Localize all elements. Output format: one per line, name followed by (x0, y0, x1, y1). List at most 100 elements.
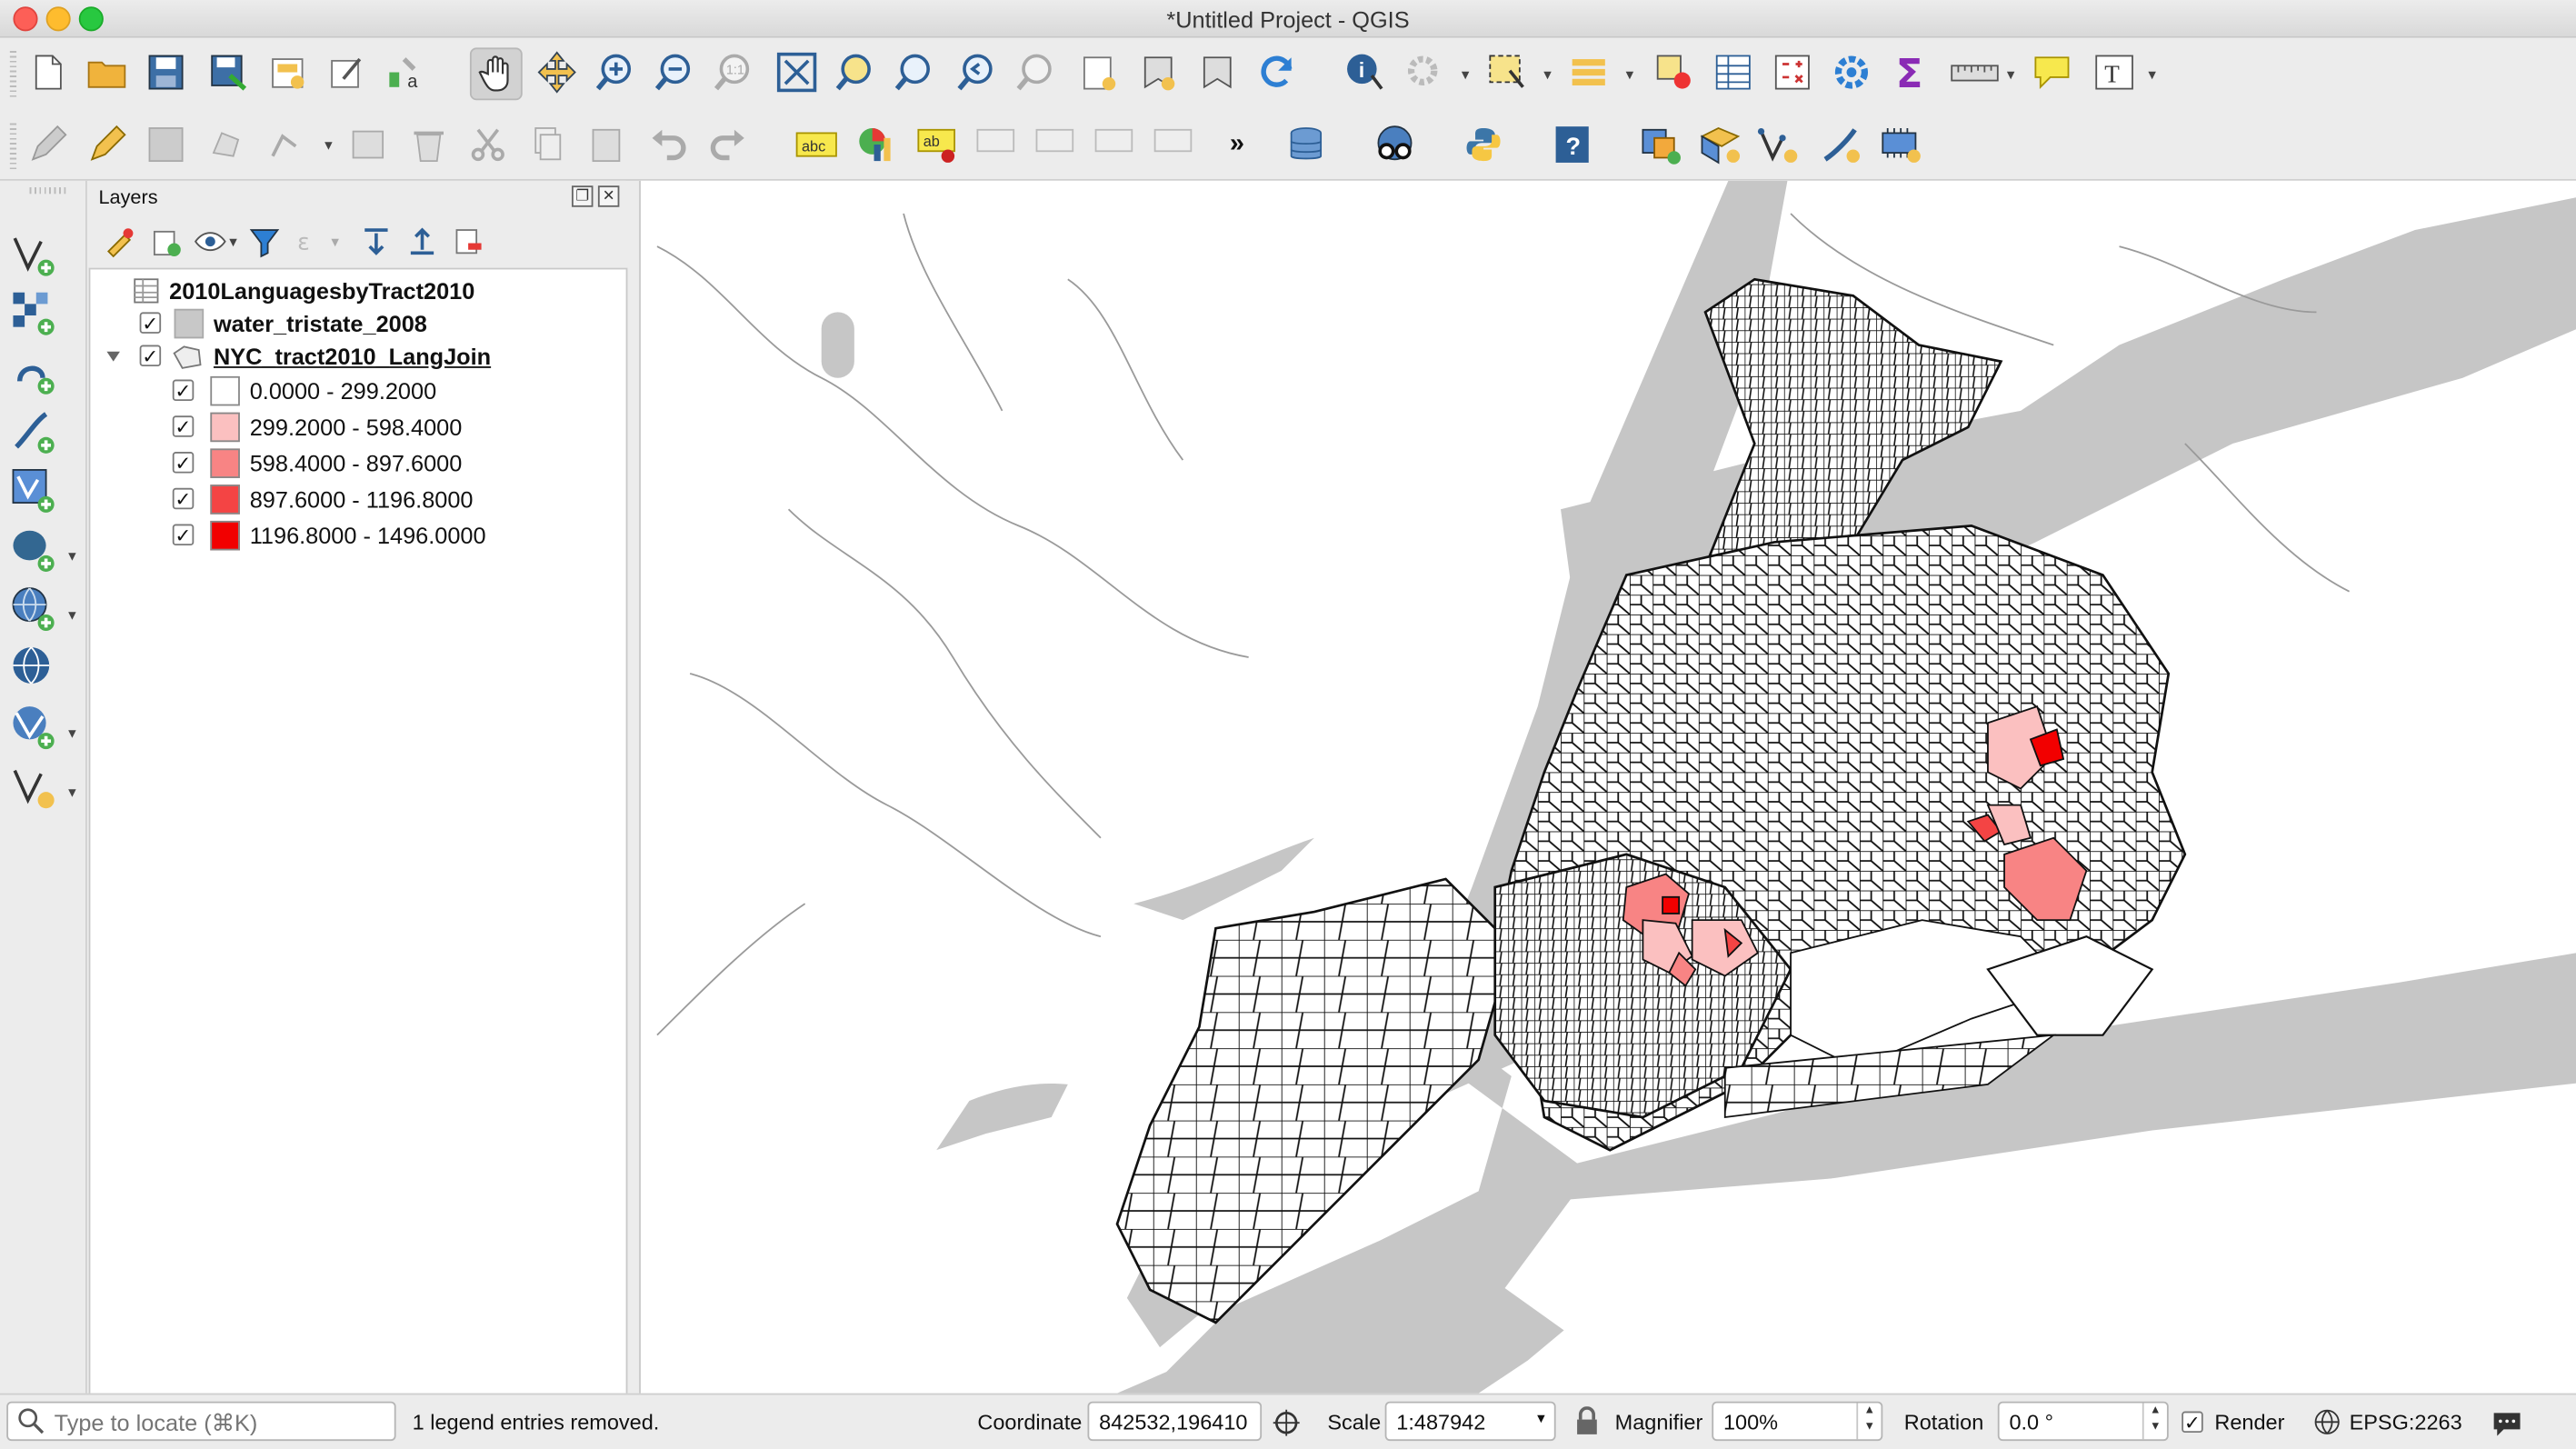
locator-input[interactable] (51, 1406, 386, 1440)
paste-features-icon[interactable] (582, 120, 631, 169)
add-wfs-layer-icon[interactable] (10, 645, 59, 694)
processing-toolbox-icon[interactable] (1827, 47, 1876, 96)
redo-icon[interactable] (704, 120, 753, 169)
topology-checker-icon[interactable] (1695, 120, 1744, 169)
rotate-label-icon[interactable] (1150, 120, 1199, 169)
save-project-icon[interactable] (141, 47, 190, 96)
text-annotation-icon[interactable]: T (2090, 47, 2139, 96)
chevron-down-icon[interactable]: ▼ (2145, 67, 2158, 82)
move-label-icon[interactable] (1091, 120, 1140, 169)
expand-arrow-icon[interactable] (106, 350, 120, 361)
add-group-icon[interactable] (148, 224, 185, 260)
cut-features-icon[interactable] (464, 120, 513, 169)
select-features-icon[interactable] (1482, 47, 1531, 96)
layer-visibility-checkbox[interactable]: ✓ (139, 345, 162, 367)
modify-attributes-icon[interactable] (345, 120, 394, 169)
python-console-icon[interactable] (1459, 120, 1508, 169)
legend-class-item[interactable]: ✓ 897.6000 - 1196.8000 (172, 482, 474, 516)
undo-icon[interactable] (644, 120, 694, 169)
pin-labels-icon[interactable]: ab (914, 120, 963, 169)
add-postgis-layer-icon[interactable] (10, 525, 59, 575)
copy-features-icon[interactable] (523, 120, 572, 169)
zoom-to-layer-icon[interactable] (891, 47, 940, 96)
toggle-extents-icon[interactable] (1272, 1408, 1302, 1443)
run-action-icon[interactable] (1400, 47, 1449, 96)
chevron-down-icon[interactable]: ▼ (1459, 67, 1472, 82)
add-mesh-layer-icon[interactable] (10, 348, 59, 397)
new-print-layout-icon[interactable] (263, 47, 312, 96)
map-tips-icon[interactable] (2027, 47, 2076, 96)
lock-icon[interactable] (1573, 1406, 1600, 1441)
show-hide-labels-icon[interactable] (1032, 120, 1081, 169)
pan-to-selection-icon[interactable] (533, 47, 582, 96)
zoom-to-selection-icon[interactable] (832, 47, 881, 96)
render-checkbox[interactable]: ✓ (2182, 1411, 2203, 1434)
new-bookmark-icon[interactable] (1133, 47, 1183, 96)
spin-arrows-icon[interactable]: ▲ ▼ (1856, 1403, 1881, 1440)
vertex-editor-icon[interactable] (1754, 120, 1803, 169)
show-bookmarks-icon[interactable] (1193, 47, 1242, 96)
add-wms-layer-icon[interactable] (10, 585, 59, 634)
class-visibility-checkbox[interactable]: ✓ (172, 487, 195, 510)
expand-all-icon[interactable] (358, 224, 394, 260)
chevron-down-icon[interactable]: ▼ (1623, 67, 1636, 82)
legend-class-item[interactable]: ✓ 1196.8000 - 1496.0000 (172, 517, 486, 552)
manage-visibility-icon[interactable] (194, 224, 230, 260)
metasearch-icon[interactable] (1370, 120, 1419, 169)
highlight-pinned-labels-icon[interactable] (973, 120, 1022, 169)
deselect-all-icon[interactable] (1650, 47, 1699, 96)
collapse-all-icon[interactable] (404, 224, 441, 260)
globe-crs-icon[interactable] (2313, 1408, 2341, 1441)
chevron-down-icon[interactable]: ▼ (2004, 67, 2017, 82)
diagram-options-icon[interactable] (851, 120, 900, 169)
attribute-table-icon[interactable] (1709, 47, 1758, 96)
class-visibility-checkbox[interactable]: ✓ (172, 524, 195, 546)
class-visibility-checkbox[interactable]: ✓ (172, 452, 195, 474)
remove-layer-icon[interactable] (450, 224, 486, 260)
db-manager-icon[interactable] (1282, 120, 1331, 169)
float-panel-icon[interactable]: ❐ (571, 185, 594, 207)
add-spatialite-layer-icon[interactable] (10, 466, 59, 515)
open-project-icon[interactable] (82, 47, 131, 96)
chevron-down-icon[interactable]: ▼ (65, 785, 78, 800)
current-edits-icon[interactable] (23, 120, 72, 169)
zoom-in-icon[interactable] (592, 47, 641, 96)
layer-item[interactable]: ✓ water_tristate_2008 (139, 305, 427, 340)
statistical-summary-icon[interactable]: Σ (1886, 47, 1935, 96)
layout-manager-icon[interactable] (322, 47, 371, 96)
style-manager-icon[interactable]: a (381, 47, 430, 96)
add-virtual-layer-icon[interactable] (10, 704, 59, 753)
delete-selected-icon[interactable] (404, 120, 454, 169)
chevron-down-icon[interactable]: ▼ (322, 138, 334, 153)
geometry-checker-icon[interactable] (1636, 120, 1685, 169)
add-vector-layer-icon[interactable] (10, 230, 59, 279)
layer-visibility-checkbox[interactable]: ✓ (139, 312, 162, 335)
layer-item[interactable]: 2010LanguagesbyTract2010 (133, 273, 474, 307)
vertex-tool-icon[interactable] (263, 120, 312, 169)
layer-item[interactable]: ✓ NYC_tract2010_LangJoin (106, 338, 491, 373)
refresh-icon[interactable] (1252, 47, 1301, 96)
magnifier-spinbox[interactable]: 100% ▲ ▼ (1712, 1401, 1883, 1442)
filter-legend-icon[interactable] (246, 224, 283, 260)
zoom-out-icon[interactable] (651, 47, 700, 96)
crs-label[interactable]: EPSG:2263 (2350, 1410, 2462, 1434)
pan-map-icon[interactable] (469, 47, 523, 101)
toolbar-grip[interactable] (9, 51, 17, 97)
class-visibility-checkbox[interactable]: ✓ (172, 415, 195, 438)
zoom-next-icon[interactable] (1012, 47, 1061, 96)
chevron-down-icon[interactable]: ▼ (1541, 67, 1553, 82)
chevron-down-icon[interactable]: ▼ (1534, 1412, 1547, 1426)
class-visibility-checkbox[interactable]: ✓ (172, 379, 195, 402)
chevron-down-icon[interactable]: ▼ (65, 726, 78, 741)
digitize-tool-icon[interactable] (1817, 120, 1866, 169)
add-raster-layer-icon[interactable] (10, 289, 59, 338)
new-vector-layer-icon[interactable] (10, 763, 59, 812)
save-edits-icon[interactable] (141, 120, 190, 169)
zoom-last-icon[interactable] (953, 47, 1002, 96)
select-by-value-icon[interactable] (1564, 47, 1613, 96)
locator-bar[interactable] (6, 1401, 396, 1442)
chevron-down-icon[interactable]: ▼ (65, 608, 78, 623)
spin-arrows-icon[interactable]: ▲ ▼ (2142, 1403, 2167, 1440)
rotation-spinbox[interactable]: 0.0 ° ▲ ▼ (1997, 1401, 2169, 1442)
field-calculator-icon[interactable] (1768, 47, 1817, 96)
